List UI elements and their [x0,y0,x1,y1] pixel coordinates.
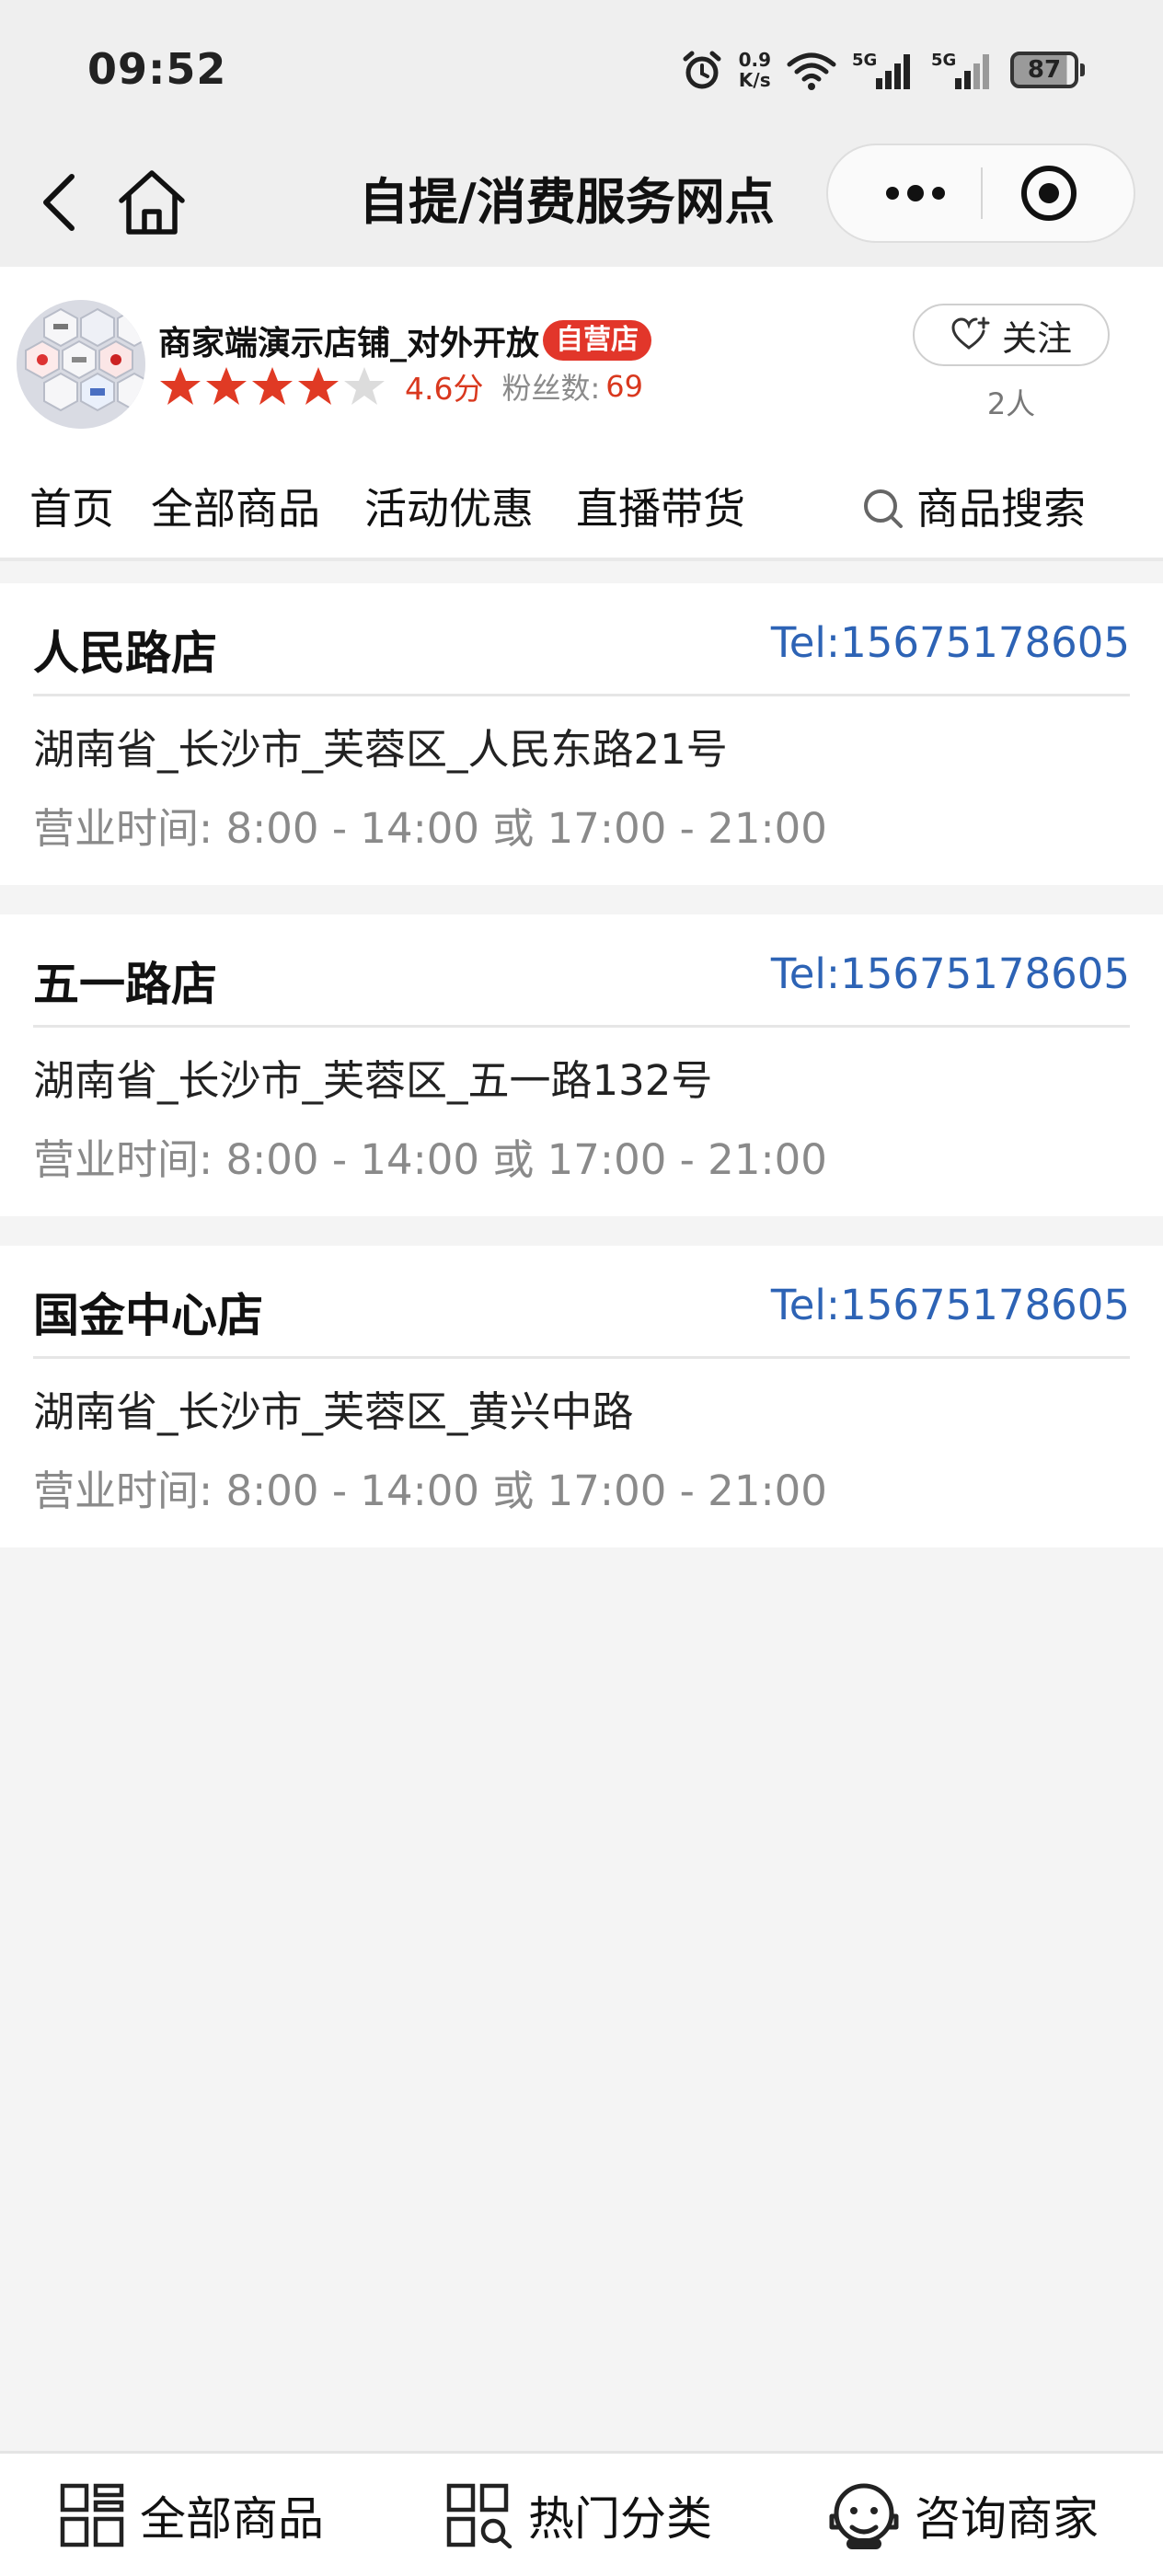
outlet-name: 国金中心店 [33,1289,263,1342]
net-speed-value: 0.9 [738,49,771,71]
grid-icon [60,2483,124,2547]
signal-1-label: 5G [852,51,877,70]
outlet-card[interactable]: 人民路店 Tel:15675178605 湖南省_长沙市_芙蓉区_人民东路21号… [0,583,1163,885]
outlet-address: 湖南省_长沙市_芙蓉区_黄兴中路 [33,1387,634,1436]
nav-bar: 自提/消费服务网点 [0,138,1163,267]
all-products-button[interactable]: 全部商品 [59,2454,324,2576]
consult-label: 咨询商家 [915,2491,1099,2546]
header-divider [0,558,1163,561]
signal-2-label: 5G [931,51,956,70]
close-miniprogram-icon[interactable] [1018,162,1080,224]
store-name[interactable]: 商家端演示店铺_对外开放 [158,316,539,364]
star-rating [158,364,386,408]
bottom-bar: 全部商品 热门分类 咨询商家 [0,2451,1163,2576]
status-icons: 0.9 K/s 5G 5G 87 [680,42,1085,98]
fans-count: 69 [605,369,643,404]
tab-promotions[interactable]: 活动优惠 [364,467,534,550]
battery-indicator: 87 [1010,52,1085,88]
cellular-signal-icon: 5G [852,51,910,89]
store-logo-image [17,300,145,429]
search-icon [864,489,903,528]
tab-home[interactable]: 首页 [29,467,114,550]
rating-row: 4.6分 粉丝数: 69 [158,361,643,412]
follow-label: 关注 [1001,317,1072,359]
outlet-divider [33,1025,1130,1028]
rating-score: 4.6分 [405,371,484,407]
star-empty-icon [344,367,385,405]
store-avatar[interactable] [17,300,145,429]
cellular-signal-icon: 5G [931,51,989,89]
outlet-name: 五一路店 [33,958,217,1011]
alarm-icon [683,51,721,89]
capsule-divider [981,167,983,219]
more-dots-icon[interactable] [874,167,957,219]
tab-live-shopping[interactable]: 直播带货 [576,467,745,550]
outlet-card[interactable]: 五一路店 Tel:15675178605 湖南省_长沙市_芙蓉区_五一路132号… [0,914,1163,1216]
star-filled-icon [160,367,201,405]
hot-categories-button[interactable]: 热门分类 [445,2454,712,2576]
all-products-label: 全部商品 [140,2491,324,2546]
outlet-phone-link[interactable]: Tel:15675178605 [771,618,1130,667]
home-icon[interactable] [114,166,190,239]
battery-level: 87 [1027,56,1062,84]
star-filled-icon [298,367,339,405]
search-label: 商品搜索 [916,484,1086,534]
page-title: 自提/消费服务网点 [359,173,775,231]
customer-service-icon [829,2483,899,2549]
outlet-phone-link[interactable]: Tel:15675178605 [771,949,1130,998]
follow-count: 2人 [986,386,1036,421]
back-arrow-icon[interactable] [31,166,86,239]
store-header: 商家端演示店铺_对外开放 自营店 4.6分 粉丝数: 69 关注 2人 首页 全… [0,267,1163,561]
miniprogram-capsule [826,144,1135,243]
store-name-row: 商家端演示店铺_对外开放 自营店 [158,316,652,364]
outlet-card[interactable]: 国金中心店 Tel:15675178605 湖南省_长沙市_芙蓉区_黄兴中路 营… [0,1246,1163,1547]
consult-merchant-button[interactable]: 咨询商家 [828,2454,1099,2576]
fans-label: 粉丝数: [501,371,601,406]
star-filled-icon [252,367,293,405]
follow-button[interactable]: 关注 [913,304,1110,366]
outlet-hours: 营业时间: 8:00 - 14:00 或 17:00 - 21:00 [33,804,827,853]
category-search-icon [446,2483,512,2548]
outlet-name: 人民路店 [33,627,217,680]
outlet-phone-link[interactable]: Tel:15675178605 [771,1281,1130,1329]
status-time: 09:52 [87,44,227,94]
store-tabs: 首页 全部商品 活动优惠 直播带货 商品搜索 [0,467,1163,550]
outlet-hours: 营业时间: 8:00 - 14:00 或 17:00 - 21:00 [33,1466,827,1515]
self-operated-badge: 自营店 [543,320,652,361]
product-search-button[interactable]: 商品搜索 [861,467,1086,550]
status-bar: 09:52 0.9 K/s 5G 5G 87 [0,0,1163,138]
wifi-icon [787,52,836,90]
outlet-divider [33,694,1130,696]
net-speed-unit: K/s [738,69,771,91]
outlet-hours: 营业时间: 8:00 - 14:00 或 17:00 - 21:00 [33,1135,827,1184]
star-filled-icon [206,367,247,405]
outlet-divider [33,1356,1130,1359]
hot-categories-label: 热门分类 [528,2491,712,2546]
outlet-address: 湖南省_长沙市_芙蓉区_人民东路21号 [33,725,728,774]
outlet-address: 湖南省_长沙市_芙蓉区_五一路132号 [33,1056,713,1105]
heart-plus-icon [951,316,990,350]
tab-all-products[interactable]: 全部商品 [151,467,320,550]
net-speed: 0.9 K/s [739,50,771,90]
